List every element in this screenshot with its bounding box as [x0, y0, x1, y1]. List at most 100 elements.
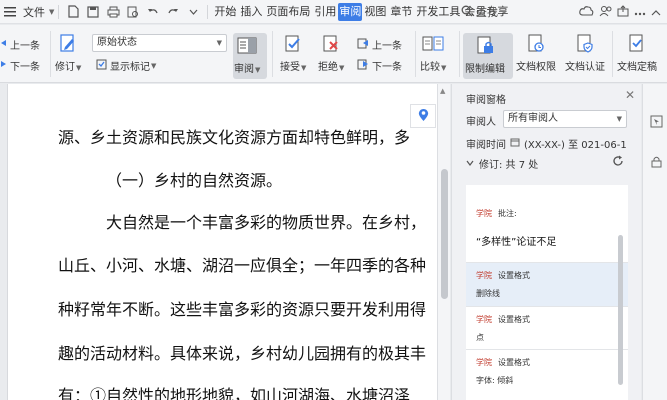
reviewer-value: 所有审阅人 — [508, 113, 558, 124]
accept-label: 接受 — [280, 62, 300, 73]
restrict-editing-label: 限制编辑 — [465, 64, 505, 75]
compare-label: 比较 — [420, 62, 440, 73]
location-pin-button[interactable] — [410, 104, 436, 128]
print-icon[interactable] — [106, 5, 120, 19]
next-revision-button[interactable]: 下一条 — [357, 58, 402, 73]
document-certify-icon — [574, 33, 596, 55]
previous-comment-button[interactable]: 上一条 — [0, 37, 40, 52]
track-changes-icon — [57, 33, 79, 55]
next-revision-label: 下一条 — [372, 62, 402, 73]
list-item[interactable]: 学院 设置格式 字体: 倾斜 — [466, 350, 628, 400]
file-menu[interactable]: 文件 — [20, 4, 48, 20]
document-permission-button[interactable]: 文档权限 — [516, 33, 556, 73]
review-ribbon: 上一条 下一条 修订▼ 原始状态 ▼ 显示标记 ▼ 审阅▼ 接受▼ 拒绝▼ 上一… — [0, 25, 667, 83]
collapse-chevron-icon[interactable] — [466, 158, 474, 169]
compare-button[interactable]: 比较▼ — [420, 33, 446, 73]
review-time-value[interactable]: (XX-XX-) 至 021-06-1 — [524, 136, 627, 151]
revision-author: 学院 — [476, 315, 492, 324]
ribbon-divider — [272, 31, 273, 77]
ribbon-divider — [50, 31, 51, 77]
tab-review[interactable]: 审阅 — [338, 2, 363, 21]
next-comment-button[interactable]: 下一条 — [0, 58, 40, 73]
lock-icon[interactable] — [649, 154, 663, 168]
more-chevron-down-icon[interactable] — [186, 5, 200, 19]
collapse-ribbon-icon[interactable] — [651, 6, 661, 19]
close-icon[interactable]: ✕ — [625, 88, 635, 102]
list-item[interactable]: 学院 批注: “多样性”论证不足 — [466, 185, 628, 261]
ribbon-divider — [415, 31, 416, 77]
print-preview-icon[interactable] — [126, 5, 140, 19]
show-marks-icon — [96, 59, 107, 73]
search-box[interactable]: 查找 — [461, 3, 541, 21]
ribbon-divider — [459, 31, 460, 77]
list-item[interactable]: 学院 设置格式 删除线 — [466, 263, 628, 306]
menu-bar: 文件 ▼ 开始 插入 页面布局 引用 审阅 视图 章节 开发工具 会员专享 查找 — [0, 0, 667, 24]
menu-divider — [58, 4, 60, 19]
dropdown-chevron-icon: ▼ — [216, 39, 222, 47]
previous-revision-button[interactable]: 上一条 — [357, 37, 402, 52]
tab-developer[interactable]: 开发工具 — [414, 0, 462, 24]
location-pin-icon — [418, 108, 429, 125]
refresh-icon[interactable] — [612, 155, 624, 170]
revision-summary-row[interactable]: 修订: 共 7 处 — [466, 156, 538, 171]
revision-action: 设置格式 — [498, 315, 530, 324]
tab-insert[interactable]: 插入 — [238, 0, 264, 24]
track-changes-button[interactable]: 修订▼ — [55, 33, 81, 73]
lock-icon — [474, 35, 496, 57]
hamburger-menu-icon[interactable] — [3, 5, 17, 19]
revision-summary: 修订: 共 7 处 — [479, 160, 539, 171]
undo-icon[interactable] — [146, 5, 160, 19]
doc-paragraph-line: 大自然是一个丰富多彩的物质世界。在乡村， — [106, 213, 427, 232]
doc-paragraph-line: 山丘、小河、水塘、湖沼一应俱全；一年四季的各种 — [58, 256, 427, 275]
tab-home[interactable]: 开始 — [212, 0, 238, 24]
previous-revision-label: 上一条 — [372, 41, 402, 52]
revision-action: 批注: — [498, 209, 517, 218]
document-permission-label: 文档权限 — [516, 62, 556, 73]
ribbon-divider — [612, 31, 613, 77]
menu-divider — [207, 4, 209, 19]
show-marks-label: 显示标记 — [110, 62, 150, 73]
calendar-icon[interactable] — [510, 137, 520, 150]
file-menu-chevron-icon[interactable]: ▼ — [49, 8, 54, 16]
tab-references[interactable]: 引用 — [312, 0, 338, 24]
track-changes-label: 修订 — [55, 62, 75, 73]
tab-page-layout[interactable]: 页面布局 — [264, 0, 312, 24]
collaborate-icon[interactable] — [599, 5, 612, 20]
right-tool-strip — [642, 84, 667, 400]
redo-icon[interactable] — [166, 5, 180, 19]
document-finalize-button[interactable]: 文档定稿 — [617, 33, 657, 73]
previous-arrow-icon — [0, 39, 8, 50]
more-options-icon[interactable] — [634, 6, 646, 19]
review-pane-button[interactable]: 审阅▼ — [234, 35, 260, 75]
revision-list: 学院 批注: “多样性”论证不足 学院 设置格式 删除线 学院 设置格式 点 学院 设置… — [466, 185, 628, 400]
document-page[interactable]: 源、乡土资源和民族文化资源方面却特色鲜明，多 （一）乡村的自然资源。 大自然是一… — [0, 84, 437, 400]
document-scrollbar[interactable]: ▲ — [437, 84, 450, 400]
document-certify-button[interactable]: 文档认证 — [565, 33, 605, 73]
scrollbar-thumb[interactable] — [441, 169, 448, 299]
search-label: 查找 — [476, 6, 498, 19]
tab-chapter[interactable]: 章节 — [388, 0, 414, 24]
show-marks-button[interactable]: 显示标记 ▼ — [96, 58, 156, 73]
share-icon[interactable] — [617, 4, 629, 20]
list-item[interactable]: 学院 设置格式 点 — [466, 307, 628, 349]
review-pane-title: 审阅窗格 — [466, 95, 506, 106]
review-time-label: 审阅时间 — [466, 140, 506, 151]
revision-detail: 删除线 — [476, 289, 500, 298]
save-icon[interactable] — [86, 5, 100, 19]
next-revision-icon — [357, 58, 369, 73]
revision-list-scrollbar[interactable] — [618, 235, 623, 385]
restrict-editing-button[interactable]: 限制编辑 — [465, 35, 505, 75]
revision-author: 学院 — [476, 358, 492, 367]
accept-button[interactable]: 接受▼ — [280, 33, 306, 73]
tab-view[interactable]: 视图 — [362, 0, 388, 24]
scroll-up-icon[interactable]: ▲ — [440, 87, 445, 95]
search-icon — [461, 5, 473, 20]
display-mode-dropdown[interactable]: 原始状态 ▼ — [92, 34, 227, 52]
new-document-icon[interactable] — [66, 5, 80, 19]
cloud-sync-icon[interactable] — [579, 5, 594, 20]
select-tool-icon[interactable] — [649, 114, 663, 128]
revision-author: 学院 — [476, 209, 492, 218]
review-pane-label: 审阅 — [234, 64, 254, 75]
reject-button[interactable]: 拒绝▼ — [318, 33, 344, 73]
reviewer-dropdown[interactable]: 所有审阅人 ▼ — [503, 110, 627, 128]
